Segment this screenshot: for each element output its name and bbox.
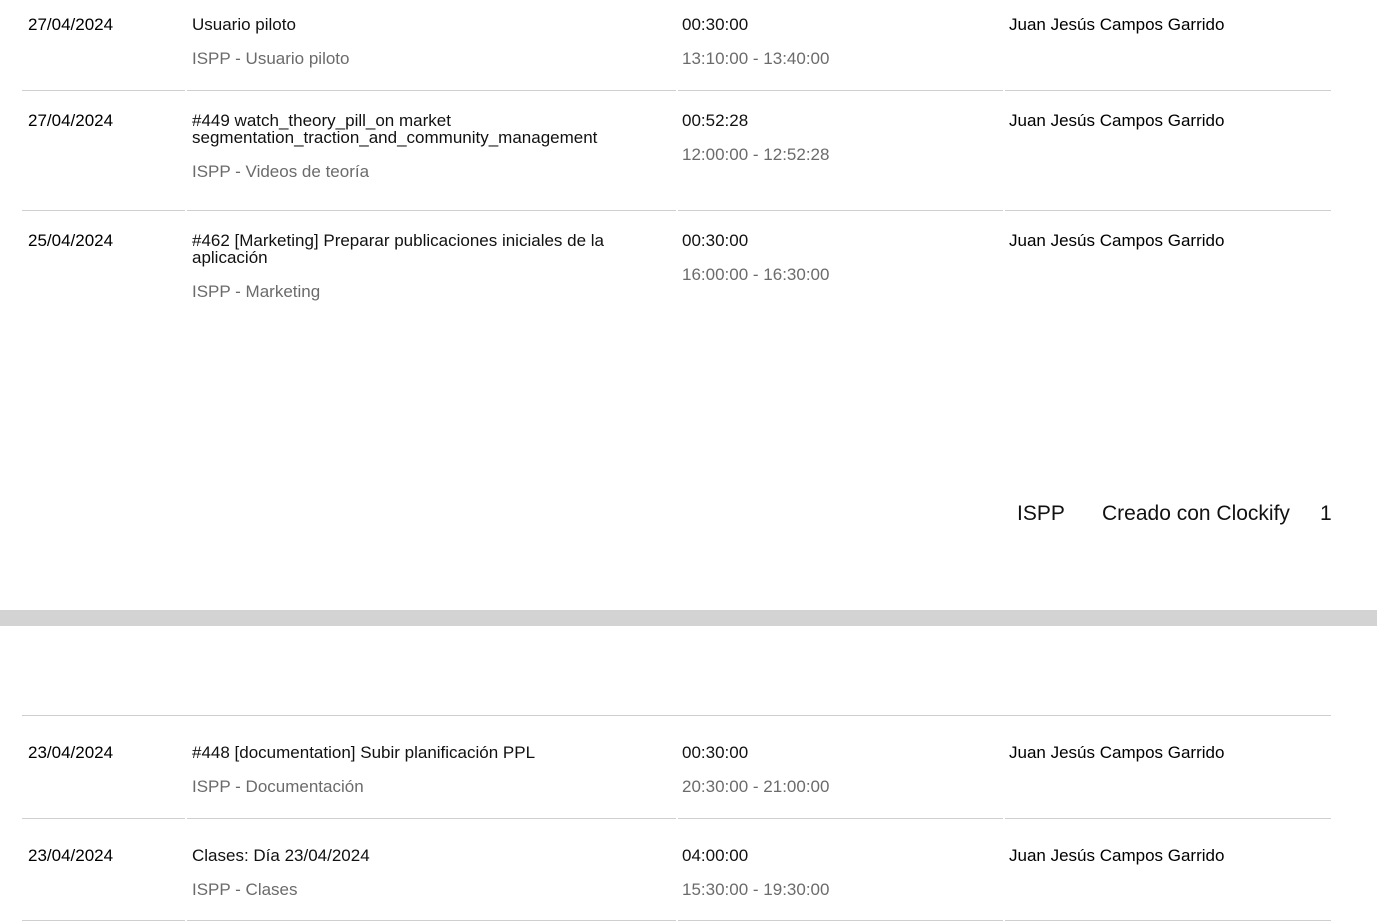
entry-time-range: 20:30:00 - 21:00:00 [682,777,830,796]
entry-date: 23/04/2024 [28,846,114,865]
entry-project: ISPP - Clases [192,880,298,899]
column-gap [1003,0,1005,91]
entry-description-cell: Usuario piloto ISPP - Usuario piloto [192,16,642,67]
entry-time-cell: 00:30:00 20:30:00 - 21:00:00 [682,744,829,795]
entry-date: 25/04/2024 [28,231,114,250]
column-gap [676,819,678,921]
entry-date: 27/04/2024 [28,15,114,34]
entry-project: ISPP - Usuario piloto [192,49,350,68]
footer-created-with: Creado con Clockify [1102,502,1290,525]
column-gap [185,0,187,91]
entry-description-cell: #462 [Marketing] Preparar publicaciones … [192,232,642,300]
footer-page-number: 1 [1320,502,1332,525]
entry-duration: 00:30:00 [682,15,749,34]
entry-user: Juan Jesús Campos Garrido [1009,743,1225,762]
entry-description-cell: Clases: Día 23/04/2024 ISPP - Clases [192,847,642,898]
entry-duration: 04:00:00 [682,846,749,865]
entry-time-cell: 00:52:28 12:00:00 - 12:52:28 [682,112,829,163]
entry-description: #448 [documentation] Subir planificación… [192,743,536,762]
entry-user: Juan Jesús Campos Garrido [1009,846,1225,865]
time-entry-row: 23/04/2024 #448 [documentation] Subir pl… [22,716,1331,819]
entry-time-range: 12:00:00 - 12:52:28 [682,145,830,164]
entry-duration: 00:30:00 [682,743,749,762]
entry-description: #462 [Marketing] Preparar publicaciones … [192,231,605,267]
time-entry-row: 27/04/2024 Usuario piloto ISPP - Usuario… [22,0,1331,91]
entry-time-range: 13:10:00 - 13:40:00 [682,49,830,68]
entry-time-cell: 04:00:00 15:30:00 - 19:30:00 [682,847,829,898]
entry-user: Juan Jesús Campos Garrido [1009,231,1225,250]
report-page-1: 27/04/2024 Usuario piloto ISPP - Usuario… [0,0,1377,610]
column-gap [185,91,187,211]
column-gap [185,716,187,819]
time-entry-row: 23/04/2024 Clases: Día 23/04/2024 ISPP -… [22,819,1331,921]
entry-duration: 00:52:28 [682,111,749,130]
column-gap [1003,716,1005,819]
entry-time-range: 15:30:00 - 19:30:00 [682,880,830,899]
entry-user: Juan Jesús Campos Garrido [1009,111,1225,130]
entry-date: 27/04/2024 [28,111,114,130]
entry-description-cell: #449 watch_theory_pill_on market segment… [192,112,642,180]
column-gap [676,716,678,819]
entry-description-cell: #448 [documentation] Subir planificación… [192,744,642,795]
entry-project: ISPP - Videos de teoría [192,162,370,181]
time-entry-row: 25/04/2024 #462 [Marketing] Preparar pub… [22,211,1331,331]
column-gap [1003,819,1005,921]
report-page-2: 23/04/2024 #448 [documentation] Subir pl… [0,626,1377,921]
entry-user: Juan Jesús Campos Garrido [1009,15,1225,34]
entry-description: #449 watch_theory_pill_on market segment… [192,111,598,147]
entry-description: Usuario piloto [192,15,296,34]
page-separator [0,610,1377,626]
footer-workspace: ISPP [1017,502,1065,525]
time-entries-list: 27/04/2024 Usuario piloto ISPP - Usuario… [22,0,1331,331]
column-gap [1003,91,1005,211]
entry-date: 23/04/2024 [28,743,114,762]
time-entries-list: 23/04/2024 #448 [documentation] Subir pl… [22,716,1331,921]
entry-project: ISPP - Documentación [192,777,364,796]
column-gap [676,91,678,211]
column-gap [185,819,187,921]
entry-project: ISPP - Marketing [192,282,321,301]
entry-time-cell: 00:30:00 16:00:00 - 16:30:00 [682,232,829,283]
time-entry-row: #449 watch_theory_pill_on market segment… [22,91,1331,211]
entry-description: Clases: Día 23/04/2024 [192,846,370,865]
entry-time-range: 16:00:00 - 16:30:00 [682,265,830,284]
entry-duration: 00:30:00 [682,231,749,250]
page-footer: ISPP Creado con Clockify 1 [0,501,1332,527]
column-gap [676,0,678,91]
entry-time-cell: 00:30:00 13:10:00 - 13:40:00 [682,16,829,67]
